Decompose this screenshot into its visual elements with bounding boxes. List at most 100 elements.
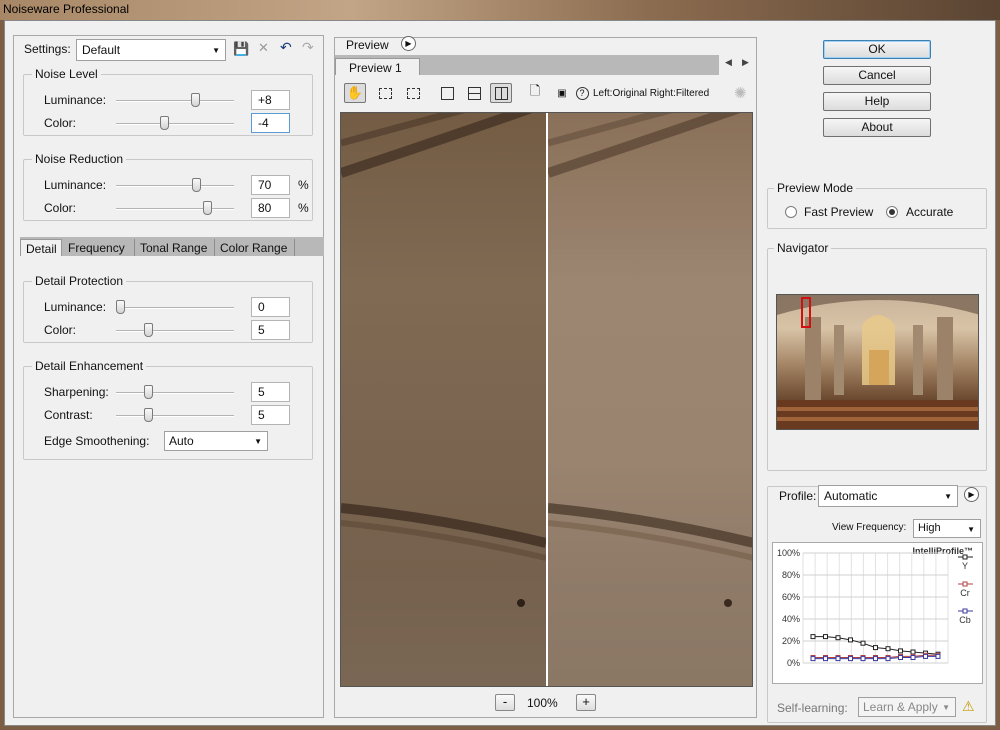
new-preview-icon[interactable]: 🗋 — [524, 83, 546, 103]
slider-thumb[interactable] — [159, 116, 169, 130]
edge-smoothening-dropdown[interactable]: Auto ▼ — [164, 431, 268, 451]
slider-thumb[interactable] — [192, 178, 202, 192]
tab-frequency[interactable]: Frequency — [63, 239, 135, 256]
noise-level-color-label: Color: — [44, 116, 77, 130]
legend-label: Cr — [960, 588, 970, 598]
save-icon[interactable]: 💾 — [233, 41, 249, 57]
intelliprofile-chart: IntelliProfile™ 0% 20% 40% 60% 80% 100% Y Cr Cb — [772, 542, 983, 684]
detail-protection-color-field[interactable]: 5 — [251, 320, 290, 340]
slider-thumb[interactable] — [144, 385, 154, 399]
noise-reduction-color-slider[interactable] — [116, 208, 234, 210]
sharpening-slider[interactable] — [116, 392, 234, 394]
cancel-button[interactable]: Cancel — [823, 66, 931, 85]
chevron-down-icon: ▼ — [942, 703, 950, 712]
profile-value: Automatic — [824, 489, 878, 503]
data-point — [873, 656, 878, 662]
settings-label: Settings: — [24, 42, 71, 56]
slider-thumb[interactable] — [203, 201, 213, 215]
data-point — [910, 655, 916, 660]
slider-thumb[interactable] — [191, 93, 201, 107]
self-learning-dropdown[interactable]: Learn & Apply ▼ — [858, 697, 956, 717]
view-frequency-dropdown[interactable]: High ▼ — [913, 519, 981, 538]
data-point — [898, 648, 903, 654]
data-point — [810, 634, 816, 640]
sharpening-field[interactable]: 5 — [251, 382, 290, 402]
preview-label: Preview — [344, 38, 391, 52]
hand-tool-icon[interactable]: ✋ — [344, 83, 366, 103]
tab-preview-1[interactable]: Preview 1 — [335, 58, 420, 75]
help-icon[interactable]: ? — [571, 83, 593, 103]
help-button[interactable]: Help — [823, 92, 931, 111]
noise-level-luminance-label: Luminance: — [44, 93, 107, 107]
settings-value: Default — [82, 43, 121, 57]
zoom-out-button[interactable]: - — [495, 694, 515, 711]
dialog-client: Settings: Default ▼ 💾 ✕ ↶ ↷ Noise Level … — [4, 20, 996, 726]
compare-mode-text: Left:Original Right:Filtered — [593, 88, 710, 99]
profile-dropdown[interactable]: Automatic ▼ — [818, 485, 958, 507]
sharpening-label: Sharpening: — [44, 385, 109, 399]
tab-detail[interactable]: Detail — [20, 239, 62, 256]
noise-level-luminance-field[interactable]: +8 — [251, 90, 290, 110]
detail-protection-color-slider[interactable] — [116, 330, 234, 332]
noise-reduction-luminance-field[interactable]: 70 — [251, 175, 290, 195]
fast-preview-radio[interactable] — [785, 206, 797, 218]
next-tab-icon[interactable]: ▶ — [742, 57, 749, 68]
slider-thumb[interactable] — [116, 300, 125, 314]
intelliprofile-svg: IntelliProfile™0%20%40%60%80%100%YCrCb — [777, 546, 973, 668]
tab-tonal-range[interactable]: Tonal Range — [135, 239, 215, 256]
window-title: Noiseware Professional — [3, 2, 130, 16]
warning-icon[interactable]: ⚠ — [962, 698, 975, 715]
single-view-icon[interactable] — [436, 83, 458, 103]
detail-protection-color-label: Color: — [44, 323, 77, 337]
marquee-tool-icon[interactable] — [374, 83, 396, 103]
contrast-slider[interactable] — [116, 415, 234, 417]
add-region-icon[interactable] — [402, 83, 424, 103]
vertical-split-icon[interactable] — [490, 83, 512, 103]
slider-thumb[interactable] — [144, 323, 154, 337]
delete-icon[interactable]: ✕ — [258, 40, 269, 56]
y-tick-label: 40% — [782, 614, 800, 624]
redo-icon[interactable]: ↷ — [302, 39, 314, 56]
y-tick-label: 60% — [782, 592, 800, 602]
about-button[interactable]: About — [823, 118, 931, 137]
accurate-radio[interactable] — [886, 206, 898, 218]
contrast-field[interactable]: 5 — [251, 405, 290, 425]
noise-reduction-title: Noise Reduction — [32, 152, 127, 166]
profile-menu-icon[interactable]: ▶ — [964, 487, 979, 502]
prev-tab-icon[interactable]: ◀ — [725, 57, 732, 68]
slider-thumb[interactable] — [144, 408, 154, 422]
contrast-label: Contrast: — [44, 408, 93, 422]
tab-color-range[interactable]: Color Range — [215, 239, 295, 256]
detail-protection-luminance-field[interactable]: 0 — [251, 297, 290, 317]
view-frequency-label: View Frequency: — [832, 522, 907, 533]
preview-image[interactable] — [340, 112, 753, 687]
undo-icon[interactable]: ↶ — [280, 39, 292, 56]
edge-smoothening-value: Auto — [169, 434, 194, 448]
noise-reduction-color-field[interactable]: 80 — [251, 198, 290, 218]
legend-label: Y — [962, 561, 968, 571]
data-point — [848, 656, 853, 662]
preview-menu-icon[interactable]: ▶ — [401, 36, 416, 51]
noise-level-color-field[interactable]: -4 — [251, 113, 290, 133]
horizontal-split-icon[interactable] — [463, 83, 485, 103]
y-tick-label: 0% — [787, 658, 800, 668]
title-bar: Noiseware Professional — [0, 0, 1000, 20]
noise-level-luminance-slider[interactable] — [116, 100, 234, 102]
data-point — [848, 637, 853, 643]
noise-reduction-luminance-slider[interactable] — [116, 185, 234, 187]
data-point — [823, 634, 828, 640]
detail-protection-luminance-label: Luminance: — [44, 300, 107, 314]
navigator-thumbnail[interactable] — [776, 294, 979, 430]
settings-dropdown[interactable]: Default ▼ — [76, 39, 226, 61]
detail-protection-luminance-slider[interactable] — [116, 307, 234, 309]
busy-spinner-icon: ✺ — [734, 85, 747, 102]
ok-button[interactable]: OK — [823, 40, 931, 59]
percent-unit: % — [298, 201, 309, 215]
y-tick-label: 20% — [782, 636, 800, 646]
data-point — [860, 656, 866, 662]
noise-level-color-slider[interactable] — [116, 123, 234, 125]
compare-icon[interactable]: ▣ — [551, 83, 573, 103]
preview-panel: Preview ▶ Preview 1 ◀ ▶ ✋ 🗋 ▣ ? Left:Ori… — [334, 36, 757, 718]
tab-strip: Detail Frequency Tonal Range Color Range — [20, 237, 324, 256]
zoom-in-button[interactable]: + — [576, 694, 596, 711]
